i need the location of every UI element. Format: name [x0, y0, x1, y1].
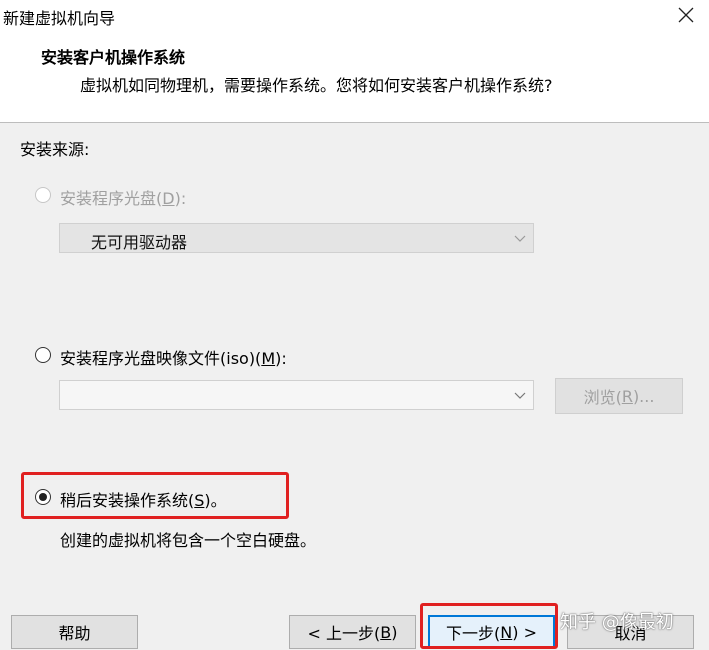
- iso-option-label[interactable]: 安装程序光盘映像文件(iso)(M):: [60, 345, 287, 369]
- window-title: 新建虚拟机向导: [3, 9, 116, 28]
- drive-select[interactable]: 无可用驱动器: [59, 223, 534, 253]
- close-button[interactable]: [668, 0, 704, 30]
- page-subtitle: 虚拟机如同物理机，需要操作系统。您将如何安装客户机操作系统?: [80, 76, 553, 95]
- browse-button[interactable]: 浏览(R)...: [555, 378, 683, 414]
- close-icon: [678, 7, 694, 23]
- install-later-highlight: [21, 472, 289, 519]
- drive-select-value: 无可用驱动器: [91, 233, 188, 252]
- iso-radio[interactable]: [35, 347, 51, 363]
- install-later-description: 创建的虚拟机将包含一个空白硬盘。: [60, 531, 317, 550]
- next-button-highlight: [420, 603, 558, 649]
- disc-option-label[interactable]: 安装程序光盘(D):: [60, 185, 186, 209]
- disc-radio[interactable]: [35, 187, 51, 203]
- back-button[interactable]: < 上一步(B): [289, 615, 416, 649]
- iso-path-select[interactable]: [59, 380, 534, 410]
- install-source-label: 安装来源:: [20, 140, 90, 159]
- chevron-down-icon: [514, 392, 526, 399]
- page-title: 安装客户机操作系统: [41, 48, 186, 67]
- title-bar: 新建虚拟机向导: [0, 0, 709, 32]
- watermark: 知乎 @像最初: [560, 612, 674, 633]
- wizard-header: 安装客户机操作系统 虚拟机如同物理机，需要操作系统。您将如何安装客户机操作系统?: [0, 32, 709, 123]
- chevron-down-icon: [514, 235, 526, 242]
- help-button[interactable]: 帮助: [11, 615, 138, 649]
